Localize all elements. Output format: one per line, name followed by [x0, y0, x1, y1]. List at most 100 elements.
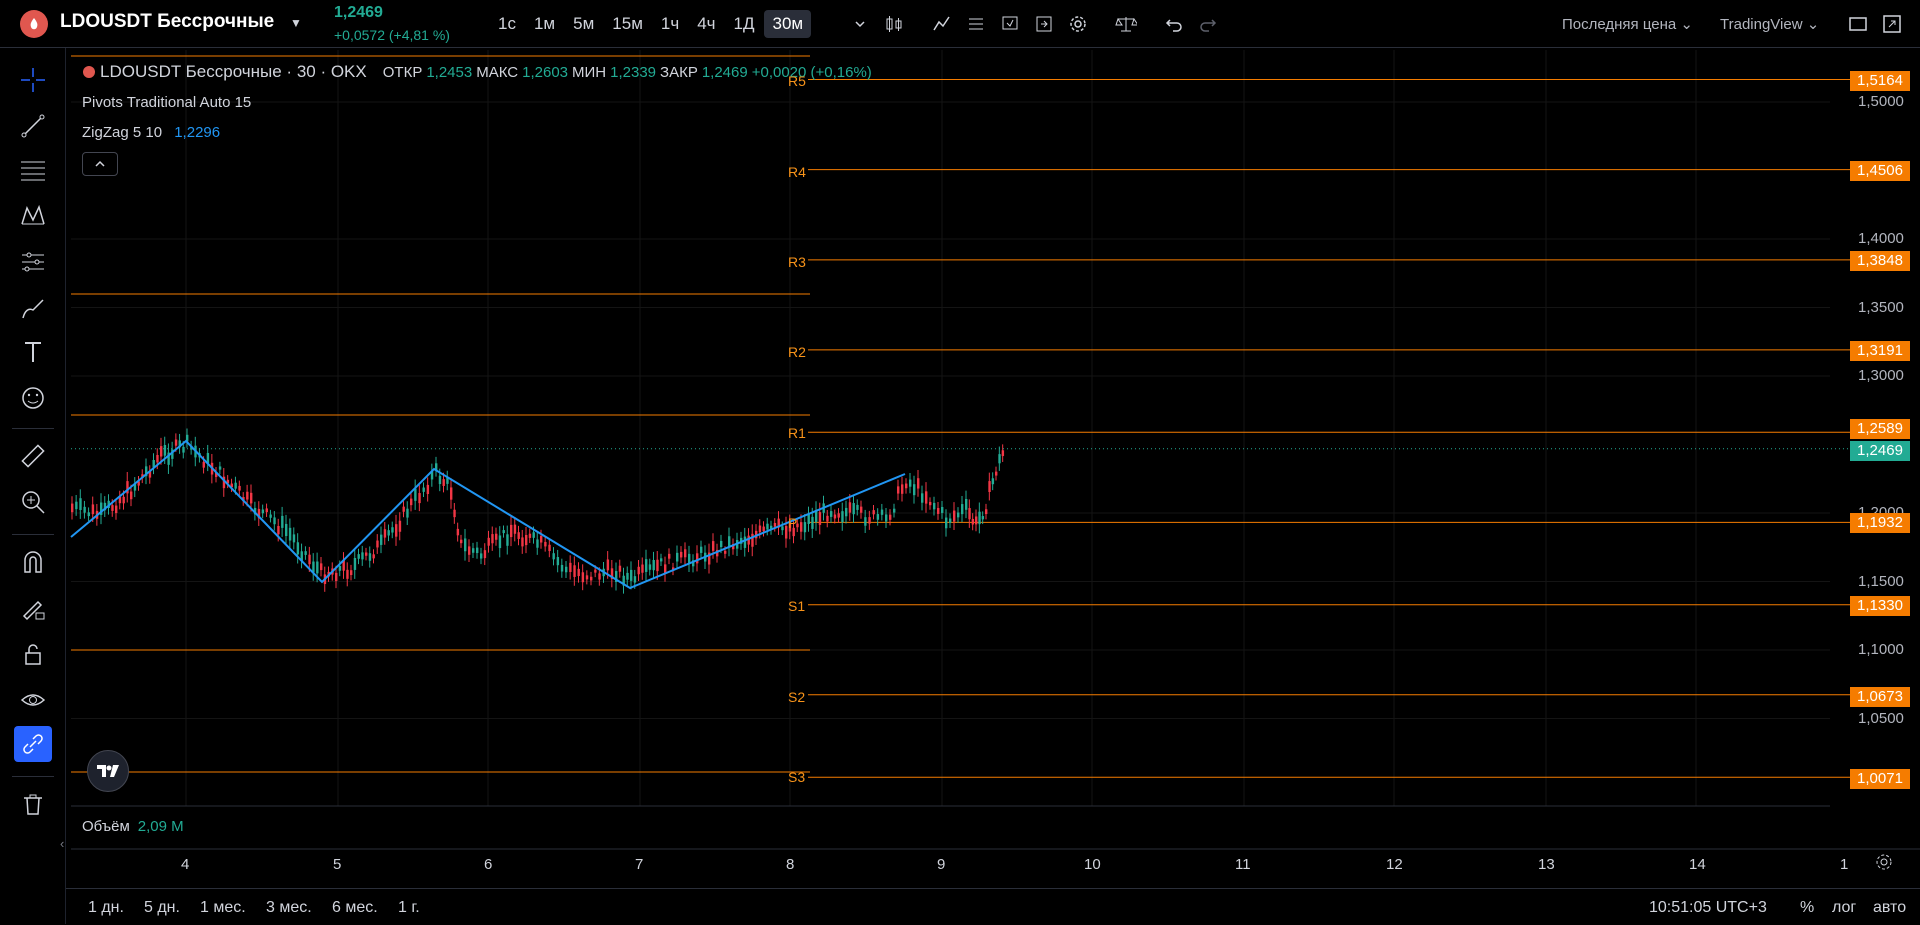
candle [766, 523, 769, 530]
interval-1d[interactable]: 1Д [726, 10, 763, 38]
candle [342, 560, 345, 571]
interval-1h[interactable]: 1ч [653, 10, 687, 38]
price-type-label: Последняя цена [1562, 16, 1677, 33]
range-3m[interactable]: 3 мес. [266, 899, 312, 917]
candle [577, 568, 580, 577]
trash-icon[interactable] [14, 786, 52, 822]
crosshair-icon[interactable] [14, 62, 52, 98]
range-1m[interactable]: 1 мес. [200, 899, 246, 917]
candle [868, 517, 871, 524]
candle [893, 508, 896, 513]
price-scale-tick: 1,3000 [1858, 367, 1904, 384]
eye-icon[interactable] [14, 682, 52, 718]
legend-change: +0,0020 (+0,16%) [751, 63, 872, 81]
x-axis-tick: 13 [1538, 856, 1555, 873]
collapse-legend-button[interactable] [82, 152, 118, 176]
price-type-selector[interactable]: Последняя цена ⌄ [1562, 15, 1693, 33]
candle [182, 446, 185, 453]
candle [513, 524, 517, 534]
candle [758, 525, 762, 533]
pivot-price-tag: 1,1932 [1850, 513, 1910, 533]
interval-4h[interactable]: 4ч [689, 10, 723, 38]
compare-scales-icon[interactable] [1114, 12, 1138, 36]
interval-15m[interactable]: 15м [604, 10, 651, 38]
toolbar-divider [12, 428, 54, 429]
candle [426, 484, 430, 495]
candle [712, 541, 715, 551]
candle [292, 534, 296, 543]
candle [751, 533, 754, 547]
collapse-toolbar-icon[interactable]: ‹ [60, 836, 64, 851]
zoom-icon[interactable] [14, 484, 52, 520]
zigzag-indicator[interactable]: ZigZag 5 10 1,2296 [82, 124, 220, 141]
range-5d[interactable]: 5 дн. [144, 899, 180, 917]
brush-icon[interactable] [14, 290, 52, 326]
chevron-down-icon[interactable]: ▼ [290, 16, 302, 30]
x-axis-tick: 14 [1689, 856, 1706, 873]
unlock-icon[interactable] [14, 636, 52, 672]
interval-1m[interactable]: 1м [526, 10, 563, 38]
interval-dropdown-icon[interactable] [848, 12, 872, 36]
candle [323, 574, 327, 585]
candle [585, 575, 589, 580]
candle [277, 525, 280, 535]
candle [885, 514, 888, 522]
tradingview-logo-icon[interactable] [87, 750, 129, 792]
replay-icon[interactable] [1032, 12, 1056, 36]
volume-legend[interactable]: Объём 2,09 M [82, 818, 184, 835]
candle [937, 508, 940, 514]
candles-icon[interactable] [882, 12, 906, 36]
zigzag-label: ZigZag 5 10 [82, 124, 163, 141]
log-scale-toggle[interactable]: лог [1832, 899, 1856, 917]
fib-retracement-icon[interactable] [14, 152, 52, 188]
legend-title[interactable]: LDOUSDT Бессрочные · 30 · OKX [100, 62, 367, 82]
settings-gear-icon[interactable] [1066, 12, 1090, 36]
pivots-indicator-label[interactable]: Pivots Traditional Auto 15 [82, 94, 251, 111]
candle [610, 568, 614, 579]
interval-30m[interactable]: 30м [764, 10, 812, 38]
low-label: МИН [572, 63, 607, 81]
candle [406, 508, 409, 518]
candle [100, 502, 103, 515]
interval-5m[interactable]: 5м [565, 10, 602, 38]
candle [178, 440, 181, 448]
candle [163, 445, 167, 456]
interval-1s[interactable]: 1с [490, 10, 524, 38]
range-1d[interactable]: 1 дн. [88, 899, 124, 917]
range-1y[interactable]: 1 г. [398, 899, 420, 917]
candle [331, 568, 334, 575]
alert-icon[interactable] [998, 12, 1022, 36]
redo-icon[interactable] [1196, 12, 1220, 36]
templates-icon[interactable] [964, 12, 988, 36]
link-icon[interactable] [14, 726, 52, 762]
auto-scale-toggle[interactable]: авто [1873, 899, 1906, 917]
candle [265, 508, 268, 513]
emoji-icon[interactable] [14, 380, 52, 416]
pattern-icon[interactable] [14, 198, 52, 234]
text-tool-icon[interactable] [14, 334, 52, 370]
indicators-icon[interactable] [930, 12, 954, 36]
symbol-logo-icon [83, 66, 95, 78]
prediction-icon[interactable] [14, 244, 52, 280]
percent-scale-toggle[interactable]: % [1800, 899, 1814, 917]
undo-icon[interactable] [1162, 12, 1186, 36]
clock-timezone[interactable]: 10:51:05 UTC+3 [1649, 899, 1767, 917]
magnet-icon[interactable] [14, 544, 52, 580]
trend-line-icon[interactable] [14, 108, 52, 144]
broker-label: TradingView [1720, 16, 1803, 33]
candle [122, 496, 125, 504]
time-axis-settings-icon[interactable] [1874, 852, 1894, 875]
symbol-name[interactable]: LDOUSDT Бессрочные [60, 11, 274, 33]
candle [905, 483, 908, 489]
range-6m[interactable]: 6 мес. [332, 899, 378, 917]
expand-icon[interactable] [1880, 12, 1904, 36]
close-value: 1,2469 [701, 63, 748, 81]
broker-selector[interactable]: TradingView ⌄ [1720, 15, 1819, 33]
candle [480, 553, 483, 559]
close-label: ЗАКР [660, 63, 698, 81]
pivot-price-tag: 1,1330 [1850, 596, 1910, 616]
lock-drawing-icon[interactable] [14, 590, 52, 626]
fullscreen-icon[interactable] [1846, 12, 1870, 36]
price-chart[interactable] [0, 0, 1920, 924]
ruler-icon[interactable] [14, 438, 52, 474]
